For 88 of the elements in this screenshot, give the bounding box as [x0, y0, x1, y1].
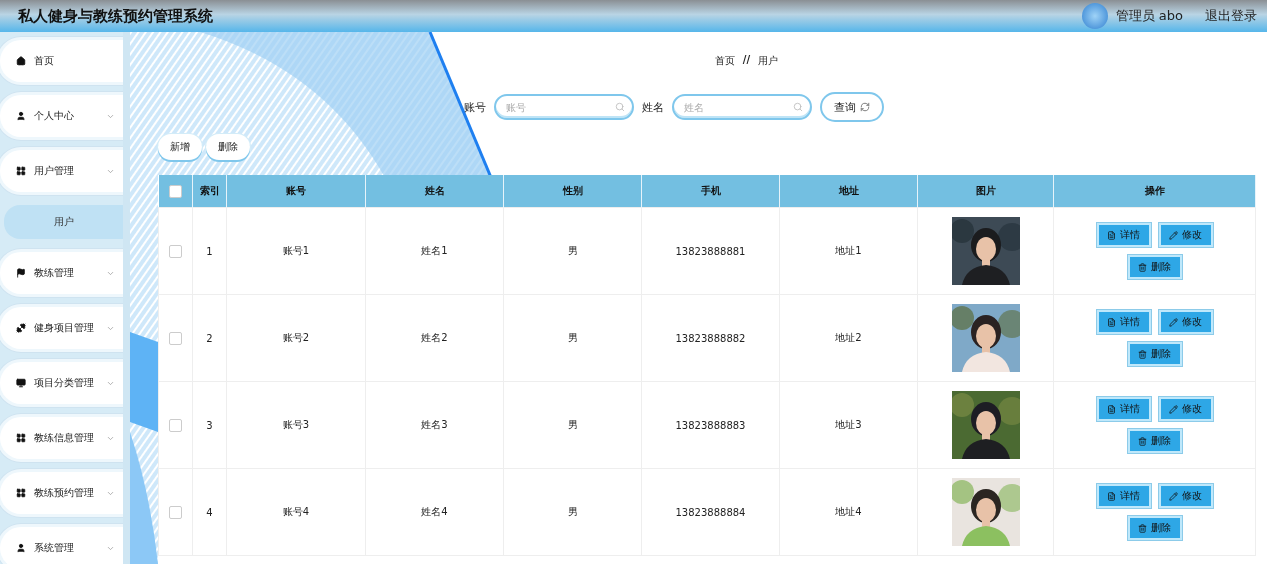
- table-cell: 地址4: [779, 468, 918, 556]
- column-header: 地址: [779, 175, 918, 208]
- column-header: 手机: [641, 175, 780, 208]
- delete-button[interactable]: 删除: [1127, 255, 1182, 279]
- table-cell: 男: [503, 294, 642, 382]
- document-icon: [1107, 317, 1116, 327]
- table-cell: 姓名4: [365, 468, 504, 556]
- table-cell: 地址2: [779, 294, 918, 382]
- delete-button[interactable]: 删除: [1127, 342, 1182, 366]
- search-field[interactable]: 姓名: [672, 94, 812, 120]
- details-button[interactable]: 详情: [1096, 310, 1151, 334]
- edit-button[interactable]: 修改: [1158, 223, 1213, 247]
- menu-icon: [16, 433, 26, 443]
- table-cell: 账号4: [226, 468, 366, 556]
- edit-button[interactable]: 修改: [1158, 310, 1213, 334]
- trash-icon: [1138, 436, 1147, 446]
- column-header: 操作: [1053, 175, 1256, 208]
- avatar-icon: [1081, 3, 1108, 29]
- checkbox[interactable]: [169, 244, 182, 258]
- checkbox[interactable]: [168, 184, 182, 198]
- user-name: 管理员 abo: [1115, 7, 1183, 25]
- table-cell: 地址3: [779, 381, 918, 469]
- table-cell: 姓名3: [365, 381, 504, 469]
- checkbox[interactable]: [169, 331, 182, 345]
- refresh-icon: [860, 102, 870, 112]
- table-cell: 账号3: [226, 381, 366, 469]
- menu-icon: [16, 166, 26, 176]
- table-cell: 13823888882: [641, 294, 780, 382]
- table-cell: 地址1: [779, 207, 918, 295]
- delete-button[interactable]: 删除: [1127, 516, 1182, 540]
- edit-button[interactable]: 修改: [1158, 397, 1213, 421]
- table-cell: 4: [192, 468, 227, 556]
- table-cell: 13823888883: [641, 381, 780, 469]
- search-field[interactable]: 账号: [494, 94, 634, 120]
- table-cell: 13823888884: [641, 468, 780, 556]
- search-icon: [615, 102, 625, 112]
- table-cell: 账号2: [226, 294, 366, 382]
- trash-icon: [1138, 262, 1147, 272]
- menu-icon: [16, 111, 26, 121]
- checkbox[interactable]: [169, 418, 182, 432]
- pencil-icon: [1169, 230, 1178, 240]
- table-cell: 男: [503, 207, 642, 295]
- table-cell: 姓名1: [365, 207, 504, 295]
- trash-icon: [1138, 349, 1147, 359]
- menu-icon: [16, 323, 26, 333]
- delete-button[interactable]: 删除: [206, 134, 250, 160]
- details-button[interactable]: 详情: [1096, 484, 1151, 508]
- search-icon: [793, 102, 803, 112]
- query-button[interactable]: 查询: [820, 92, 884, 122]
- pencil-icon: [1169, 317, 1178, 327]
- app-title: 私人健身与教练预约管理系统: [18, 6, 214, 26]
- breadcrumb-separator: //: [742, 54, 751, 67]
- details-button[interactable]: 详情: [1096, 397, 1151, 421]
- breadcrumb-item[interactable]: 用户: [758, 54, 779, 68]
- table-cell: 姓名2: [365, 294, 504, 382]
- table-cell: 1: [192, 207, 227, 295]
- column-header: 账号: [226, 175, 366, 208]
- table-cell: 3: [192, 381, 227, 469]
- menu-icon: [16, 378, 26, 388]
- document-icon: [1107, 404, 1116, 414]
- details-button[interactable]: 详情: [1096, 223, 1151, 247]
- pencil-icon: [1169, 404, 1178, 414]
- document-icon: [1107, 230, 1116, 240]
- table-cell: 男: [503, 468, 642, 556]
- table-cell: 2: [192, 294, 227, 382]
- menu-icon: [16, 268, 26, 278]
- menu-icon: [16, 543, 26, 553]
- field-label: 姓名: [642, 99, 664, 115]
- column-header: 姓名: [365, 175, 504, 208]
- document-icon: [1107, 491, 1116, 501]
- delete-button[interactable]: 删除: [1127, 429, 1182, 453]
- breadcrumb-item[interactable]: 首页: [714, 54, 735, 68]
- pencil-icon: [1169, 491, 1178, 501]
- trash-icon: [1138, 523, 1147, 533]
- table-cell: 13823888881: [641, 207, 780, 295]
- logout-link[interactable]: 退出登录: [1205, 7, 1257, 25]
- column-header: 性别: [503, 175, 642, 208]
- sidebar-subitem[interactable]: 用户: [4, 205, 123, 239]
- menu-icon: [16, 56, 26, 66]
- edit-button[interactable]: 修改: [1158, 484, 1213, 508]
- menu-icon: [16, 488, 26, 498]
- column-header: 图片: [917, 175, 1054, 208]
- add-button[interactable]: 新增: [158, 134, 202, 160]
- checkbox[interactable]: [169, 505, 182, 519]
- column-header: 索引: [192, 175, 227, 208]
- table-cell: 男: [503, 381, 642, 469]
- table-cell: 账号1: [226, 207, 366, 295]
- field-label: 账号: [464, 99, 486, 115]
